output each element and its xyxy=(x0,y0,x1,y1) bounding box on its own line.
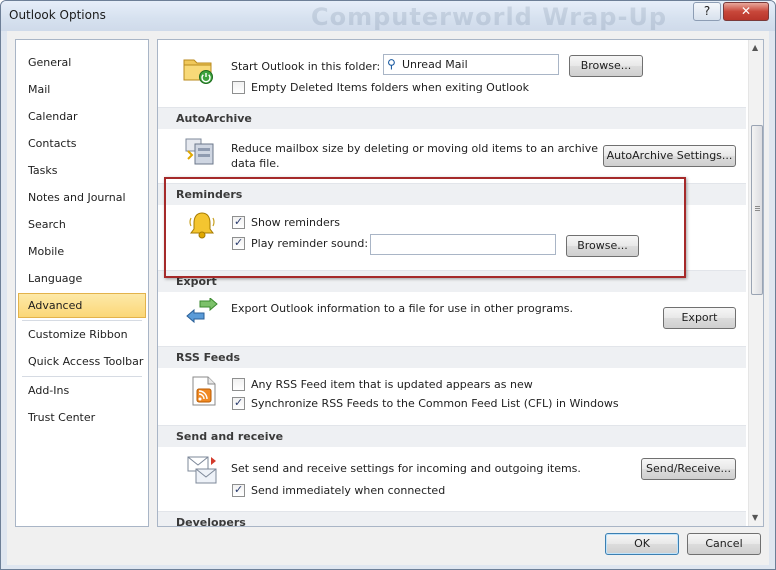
send-immediately-checkbox[interactable] xyxy=(232,483,245,497)
empty-deleted-items-label: Empty Deleted Items folders when exiting… xyxy=(251,81,530,94)
reminder-sound-browse-button[interactable]: Browse... xyxy=(566,235,639,257)
start-folder-field[interactable]: ⚲ Unread Mail xyxy=(383,54,559,75)
rss-feed-icon xyxy=(192,376,216,406)
export-button[interactable]: Export xyxy=(663,307,736,329)
help-button[interactable]: ? xyxy=(693,2,721,21)
scrollbar-grip xyxy=(755,210,760,211)
any-rss-feed-updated-checkbox[interactable] xyxy=(232,378,245,391)
start-folder-value: Unread Mail xyxy=(402,58,468,71)
start-folder-label: Start Outlook in this folder: xyxy=(231,60,381,73)
send-immediately-label: Send immediately when connected xyxy=(251,484,446,497)
send-receive-section-header: Send and receive xyxy=(158,425,746,447)
ok-button[interactable]: OK xyxy=(605,533,679,555)
reminder-sound-path-field[interactable] xyxy=(370,234,556,255)
sidebar-item-mail[interactable]: Mail xyxy=(18,77,146,102)
sidebar-divider xyxy=(22,320,142,321)
options-scrollbar[interactable]: ▲ ▼ xyxy=(748,40,763,526)
autoarchive-description-line2: data file. xyxy=(231,157,280,170)
any-rss-feed-updated-label: Any RSS Feed item that is updated appear… xyxy=(251,378,533,391)
autoarchive-description-line1: Reduce mailbox size by deleting or movin… xyxy=(231,142,599,155)
cancel-button[interactable]: Cancel xyxy=(687,533,761,555)
sync-rss-cfl-label: Synchronize RSS Feeds to the Common Feed… xyxy=(251,397,619,410)
autoarchive-settings-button[interactable]: AutoArchive Settings... xyxy=(603,145,736,167)
empty-deleted-items-checkbox[interactable] xyxy=(232,81,245,94)
sidebar-item-language[interactable]: Language xyxy=(18,266,146,291)
background-window-title: Computerworld Wrap-Up xyxy=(311,3,668,31)
developers-section-header: Developers xyxy=(158,511,746,526)
show-reminders-checkbox[interactable] xyxy=(232,215,245,229)
sidebar-item-general[interactable]: General xyxy=(18,50,146,75)
outlook-options-window: Outlook Options Computerworld Wrap-Up ? … xyxy=(0,0,776,570)
scrollbar-thumb[interactable] xyxy=(751,125,763,295)
dialog-client-area: General Mail Calendar Contacts Tasks Not… xyxy=(7,31,769,565)
send-receive-button[interactable]: Send/Receive... xyxy=(641,458,736,480)
export-description: Export Outlook information to a file for… xyxy=(231,302,573,315)
export-section-header: Export xyxy=(158,270,746,292)
show-reminders-label: Show reminders xyxy=(251,216,340,229)
reminders-section-header: Reminders xyxy=(158,183,746,205)
export-arrows-icon xyxy=(186,298,218,324)
autoarchive-icon xyxy=(185,138,214,165)
autoarchive-section-header: AutoArchive xyxy=(158,107,746,129)
sidebar-item-tasks[interactable]: Tasks xyxy=(18,158,146,183)
scroll-up-arrow-icon[interactable]: ▲ xyxy=(752,43,758,52)
title-bar[interactable]: Outlook Options Computerworld Wrap-Up ? … xyxy=(1,1,775,31)
options-sidebar: General Mail Calendar Contacts Tasks Not… xyxy=(15,39,149,527)
play-reminder-sound-checkbox[interactable] xyxy=(232,236,245,250)
send-receive-description: Set send and receive settings for incomi… xyxy=(231,462,581,475)
sidebar-item-customize-ribbon[interactable]: Customize Ribbon xyxy=(18,322,146,347)
window-title: Outlook Options xyxy=(9,8,106,22)
rss-feeds-section-header: RSS Feeds xyxy=(158,346,746,368)
search-folder-icon: ⚲ xyxy=(387,57,396,71)
close-button[interactable]: ✕ xyxy=(723,2,769,21)
sidebar-item-contacts[interactable]: Contacts xyxy=(18,131,146,156)
sidebar-item-mobile[interactable]: Mobile xyxy=(18,239,146,264)
sidebar-item-trust-center[interactable]: Trust Center xyxy=(18,405,146,430)
sidebar-item-search[interactable]: Search xyxy=(18,212,146,237)
sidebar-item-notes-and-journal[interactable]: Notes and Journal xyxy=(18,185,146,210)
scroll-down-arrow-icon[interactable]: ▼ xyxy=(752,513,758,522)
folder-start-icon xyxy=(183,59,213,84)
advanced-options-panel: Start Outlook in this folder: ⚲ Unread M… xyxy=(157,39,764,527)
sidebar-item-advanced[interactable]: Advanced xyxy=(18,293,146,318)
sidebar-item-calendar[interactable]: Calendar xyxy=(18,104,146,129)
send-receive-icon xyxy=(187,456,217,484)
sidebar-item-quick-access-toolbar[interactable]: Quick Access Toolbar xyxy=(18,349,146,374)
sidebar-divider xyxy=(22,376,142,377)
play-reminder-sound-label: Play reminder sound: xyxy=(251,237,369,250)
scrollbar-grip xyxy=(755,208,760,209)
scrollbar-grip xyxy=(755,206,760,207)
sync-rss-cfl-checkbox[interactable] xyxy=(232,396,245,410)
reminder-bell-icon xyxy=(189,212,215,239)
start-folder-browse-button[interactable]: Browse... xyxy=(569,55,643,77)
sidebar-item-add-ins[interactable]: Add-Ins xyxy=(18,378,146,403)
